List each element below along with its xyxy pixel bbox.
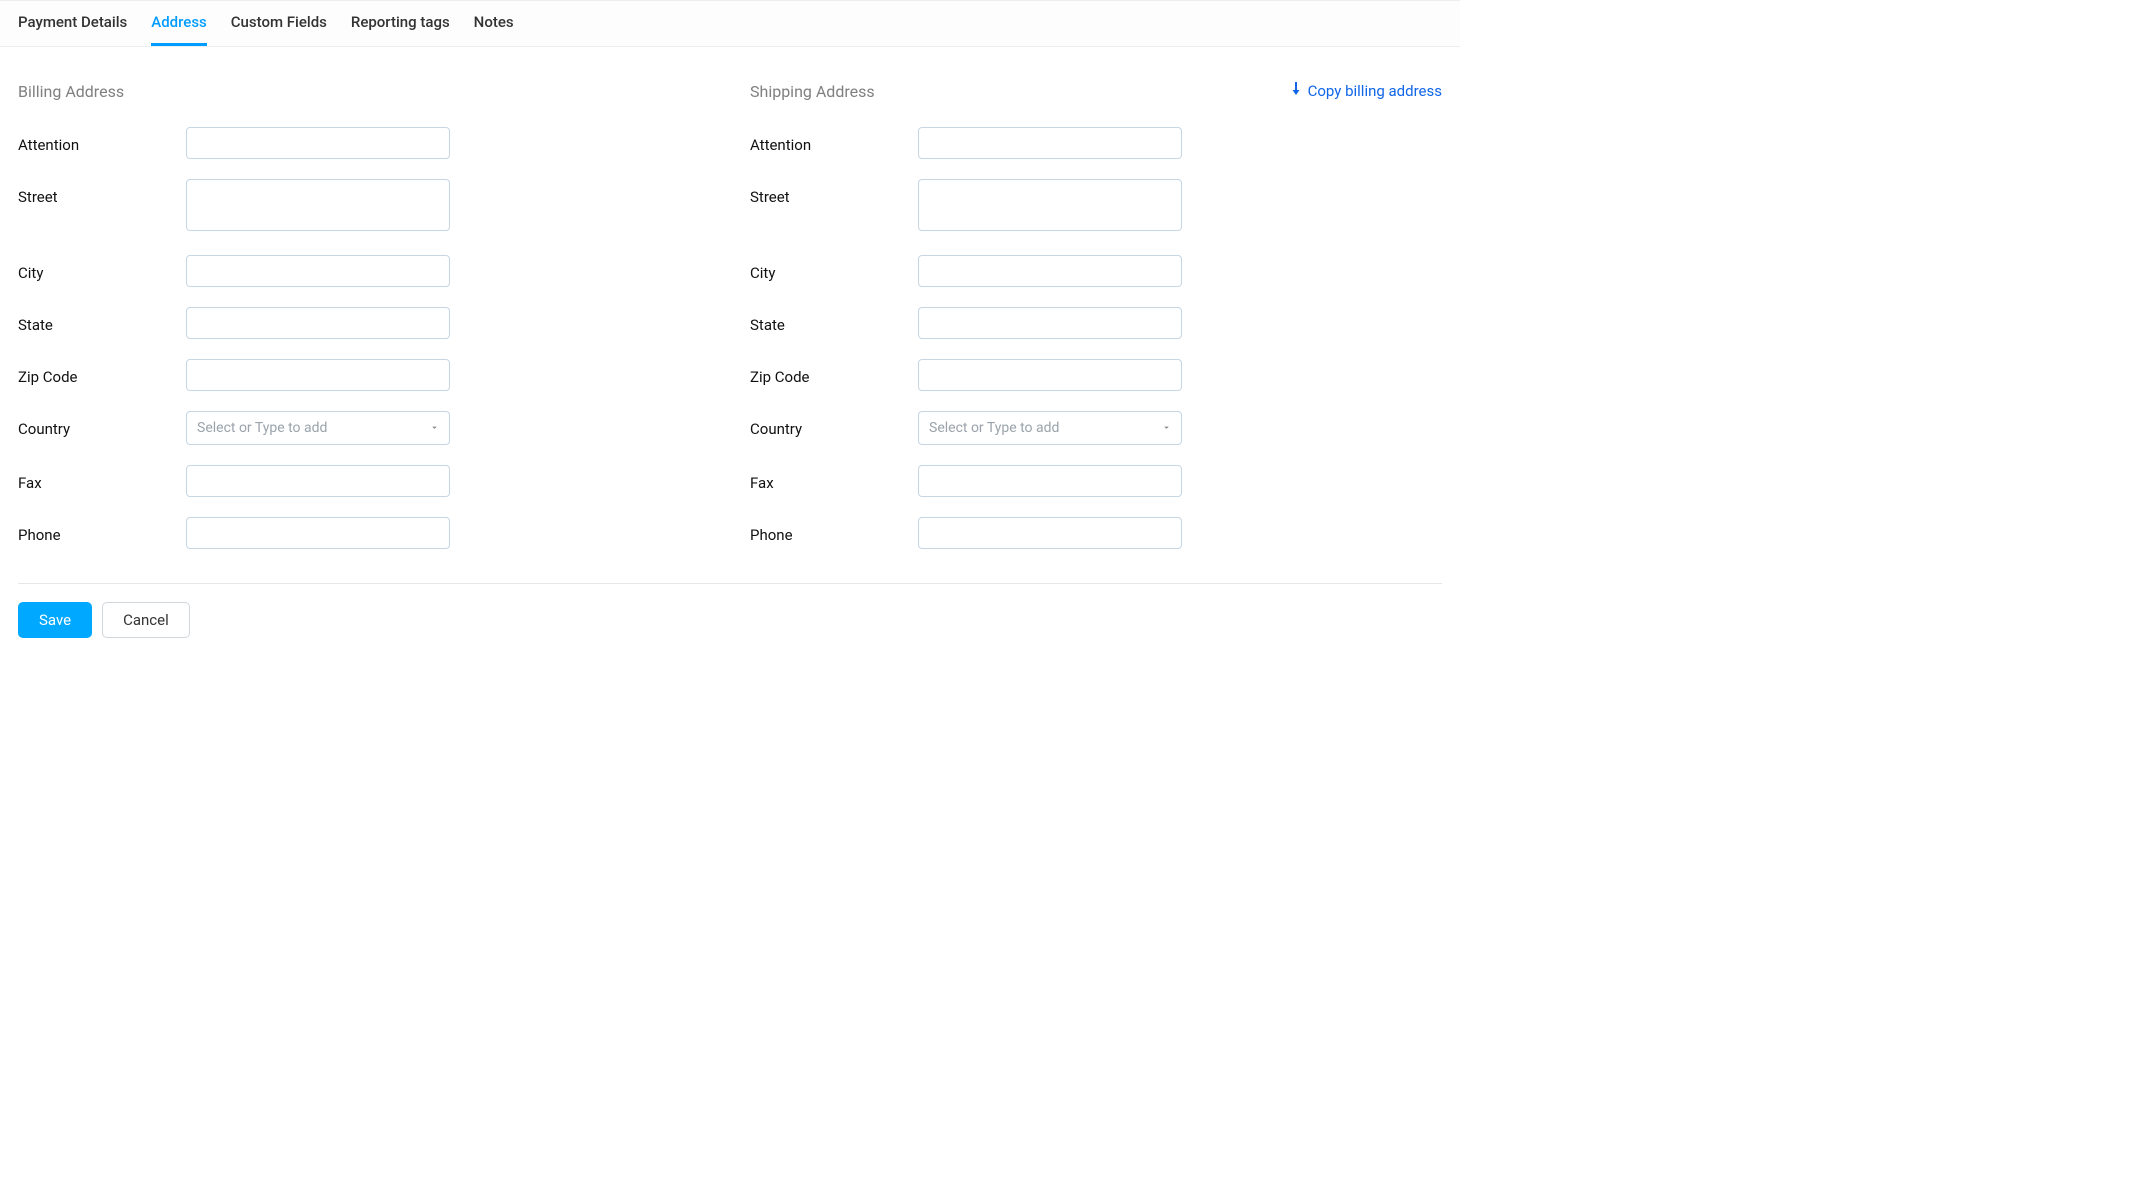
shipping-column: Shipping Address Copy billing address At…	[750, 77, 1442, 569]
shipping-state-label: State	[750, 307, 918, 334]
billing-city-input[interactable]	[186, 255, 450, 287]
tab-custom-fields[interactable]: Custom Fields	[231, 1, 327, 46]
tab-bar: Payment Details Address Custom Fields Re…	[0, 0, 1460, 47]
shipping-country-label: Country	[750, 411, 918, 438]
billing-fax-input[interactable]	[186, 465, 450, 497]
cancel-button[interactable]: Cancel	[102, 602, 190, 638]
billing-country-placeholder[interactable]: Select or Type to add	[186, 411, 450, 445]
billing-title: Billing Address	[18, 82, 124, 101]
billing-street-input[interactable]	[186, 179, 450, 231]
billing-street-label: Street	[18, 179, 186, 206]
form-actions: Save Cancel	[0, 602, 1460, 658]
billing-attention-input[interactable]	[186, 127, 450, 159]
shipping-fax-input[interactable]	[918, 465, 1182, 497]
tab-reporting-tags[interactable]: Reporting tags	[351, 1, 450, 46]
shipping-phone-label: Phone	[750, 517, 918, 544]
divider	[18, 583, 1442, 584]
shipping-country-select[interactable]: Select or Type to add	[918, 411, 1182, 445]
copy-billing-link[interactable]: Copy billing address	[1290, 82, 1442, 100]
billing-fax-label: Fax	[18, 465, 186, 492]
billing-country-label: Country	[18, 411, 186, 438]
billing-zip-label: Zip Code	[18, 359, 186, 386]
shipping-city-input[interactable]	[918, 255, 1182, 287]
tab-address[interactable]: Address	[151, 1, 207, 46]
billing-attention-label: Attention	[18, 127, 186, 154]
billing-country-select[interactable]: Select or Type to add	[186, 411, 450, 445]
billing-zip-input[interactable]	[186, 359, 450, 391]
shipping-country-placeholder[interactable]: Select or Type to add	[918, 411, 1182, 445]
tab-notes[interactable]: Notes	[474, 1, 514, 46]
shipping-street-input[interactable]	[918, 179, 1182, 231]
shipping-title: Shipping Address	[750, 82, 875, 101]
arrow-down-icon	[1290, 82, 1302, 100]
billing-state-input[interactable]	[186, 307, 450, 339]
shipping-fax-label: Fax	[750, 465, 918, 492]
billing-city-label: City	[18, 255, 186, 282]
billing-state-label: State	[18, 307, 186, 334]
shipping-attention-input[interactable]	[918, 127, 1182, 159]
tab-payment-details[interactable]: Payment Details	[18, 1, 127, 46]
billing-phone-input[interactable]	[186, 517, 450, 549]
save-button[interactable]: Save	[18, 602, 92, 638]
shipping-zip-label: Zip Code	[750, 359, 918, 386]
shipping-attention-label: Attention	[750, 127, 918, 154]
billing-phone-label: Phone	[18, 517, 186, 544]
shipping-street-label: Street	[750, 179, 918, 206]
address-form: Billing Address Attention Street City St…	[0, 47, 1460, 579]
shipping-phone-input[interactable]	[918, 517, 1182, 549]
copy-billing-text: Copy billing address	[1308, 82, 1442, 100]
billing-column: Billing Address Attention Street City St…	[18, 77, 710, 569]
shipping-zip-input[interactable]	[918, 359, 1182, 391]
shipping-state-input[interactable]	[918, 307, 1182, 339]
shipping-city-label: City	[750, 255, 918, 282]
